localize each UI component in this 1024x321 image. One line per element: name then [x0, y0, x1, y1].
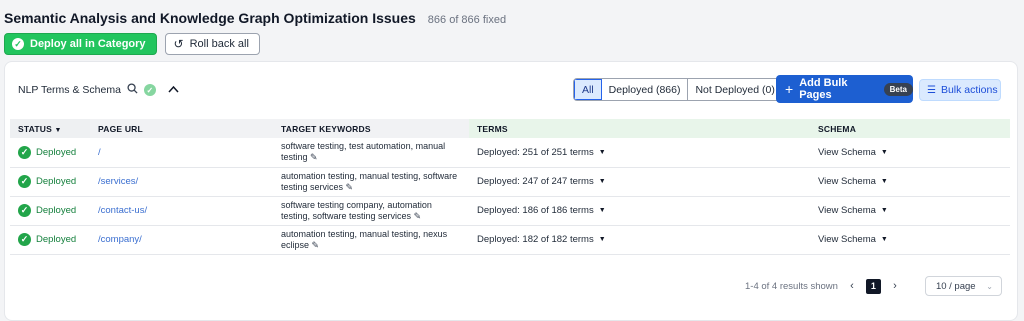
category-label: NLP Terms & Schema: [18, 84, 121, 96]
status-badge: ✓ Deployed: [18, 204, 90, 217]
deploy-all-button[interactable]: ✓ Deploy all in Category: [4, 33, 157, 55]
pages-table: STATUS ▼ PAGE URL TARGET KEYWORDS TERMS …: [10, 119, 1010, 255]
search-icon[interactable]: [127, 83, 138, 97]
bulk-actions-label: Bulk actions: [940, 84, 998, 96]
table-header-row: STATUS ▼ PAGE URL TARGET KEYWORDS TERMS …: [10, 119, 1010, 138]
table-row: ✓ Deployed /contact-us/ software testing …: [10, 196, 1010, 226]
plus-icon: +: [785, 81, 794, 97]
rollback-label: Roll back all: [189, 38, 249, 50]
pencil-icon[interactable]: ✎: [414, 211, 422, 221]
view-schema-dropdown[interactable]: View Schema ▼: [818, 234, 1010, 245]
filter-deployed[interactable]: Deployed (866): [601, 79, 689, 100]
check-circle-icon: ✓: [18, 204, 31, 217]
per-page-value: 10 / page: [935, 280, 976, 292]
filter-not-deployed[interactable]: Not Deployed (0): [688, 79, 782, 100]
bulk-actions-button[interactable]: ☰ Bulk actions: [919, 79, 1001, 101]
check-circle-icon: ✓: [18, 175, 31, 188]
page-url-link[interactable]: /contact-us/: [98, 205, 147, 216]
add-bulk-pages-button[interactable]: + Add Bulk Pages Beta: [776, 75, 913, 103]
status-badge: ✓ Deployed: [18, 233, 90, 246]
page-url-link[interactable]: /: [98, 147, 101, 158]
caret-down-icon: ▼: [598, 178, 606, 185]
target-keywords[interactable]: software testing company, automation tes…: [281, 200, 461, 222]
status-header[interactable]: STATUS ▼: [10, 119, 90, 138]
schema-header: SCHEMA: [818, 123, 857, 134]
beta-badge: Beta: [883, 82, 913, 96]
target-keywords[interactable]: automation testing, manual testing, nexu…: [281, 229, 461, 251]
pencil-icon[interactable]: ✎: [346, 182, 354, 192]
terms-dropdown[interactable]: Deployed: 251 of 251 terms ▼: [477, 147, 810, 158]
card-toolbar: NLP Terms & Schema ✓ All Deployed (866) …: [5, 74, 1017, 104]
caret-down-icon: ▼: [880, 148, 888, 156]
list-icon: ☰: [927, 84, 936, 96]
caret-down-icon: ▼: [598, 236, 606, 243]
category-header: NLP Terms & Schema ✓: [18, 83, 179, 97]
view-schema-dropdown[interactable]: View Schema ▼: [818, 147, 1010, 158]
page-number-current[interactable]: 1: [865, 278, 881, 294]
status-badge: ✓ Deployed: [18, 175, 90, 188]
issues-card: NLP Terms & Schema ✓ All Deployed (866) …: [4, 61, 1018, 321]
deployment-filter: All Deployed (866) Not Deployed (0): [573, 78, 783, 101]
terms-dropdown[interactable]: Deployed: 182 of 182 terms ▼: [477, 234, 810, 245]
caret-down-icon: ▼: [598, 207, 606, 214]
pencil-icon[interactable]: ✎: [310, 152, 318, 162]
view-schema-dropdown[interactable]: View Schema ▼: [818, 176, 1010, 187]
chevron-down-icon: ⌄: [986, 281, 993, 291]
caret-down-icon: ▼: [880, 207, 888, 214]
page-title: Semantic Analysis and Knowledge Graph Op…: [4, 10, 416, 26]
deploy-all-label: Deploy all in Category: [30, 38, 146, 50]
check-circle-icon: ✓: [18, 233, 31, 246]
status-badge: ✓ Deployed: [18, 145, 90, 159]
table-row: ✓ Deployed / software testing, test autom…: [10, 138, 1010, 168]
filter-all[interactable]: All: [574, 79, 602, 100]
fixed-count: 866 of 866 fixed: [427, 14, 507, 26]
check-circle-icon: ✓: [143, 84, 156, 96]
target-keywords[interactable]: software testing, test automation, manua…: [281, 141, 461, 163]
page-url-header: PAGE URL: [90, 119, 273, 138]
view-schema-dropdown[interactable]: View Schema ▼: [818, 205, 1010, 216]
caret-down-icon: ▼: [598, 148, 606, 156]
caret-down-icon: ▼: [880, 178, 888, 185]
chevron-right-icon[interactable]: ›: [887, 278, 903, 294]
chevron-left-icon[interactable]: ‹: [844, 278, 860, 294]
target-keywords[interactable]: automation testing, manual testing, soft…: [281, 171, 461, 193]
check-circle-icon: ✓: [12, 38, 24, 50]
terms-dropdown[interactable]: Deployed: 247 of 247 terms ▼: [477, 176, 810, 187]
chevron-up-icon[interactable]: [168, 84, 179, 96]
history-icon: ↺: [173, 37, 184, 51]
table-row: ✓ Deployed /services/ automation testing,…: [10, 167, 1010, 197]
pagination: 1-4 of 4 results shown ‹ 1 › 10 / page ⌄: [745, 276, 1002, 296]
results-summary: 1-4 of 4 results shown: [745, 280, 838, 292]
per-page-select[interactable]: 10 / page ⌄: [924, 276, 1002, 296]
page-url-link[interactable]: /company/: [98, 234, 142, 245]
page-header: Semantic Analysis and Knowledge Graph Op…: [4, 10, 1020, 55]
page-url-link[interactable]: /services/: [98, 176, 138, 187]
terms-header: TERMS: [477, 123, 508, 134]
table-row: ✓ Deployed /company/ automation testing, …: [10, 225, 1010, 255]
caret-down-icon: ▼: [880, 236, 888, 243]
add-bulk-label: Add Bulk Pages: [799, 77, 848, 101]
terms-dropdown[interactable]: Deployed: 186 of 186 terms ▼: [477, 205, 810, 216]
check-circle-icon: ✓: [18, 145, 31, 159]
target-keywords-header: TARGET KEYWORDS: [273, 119, 469, 138]
rollback-all-button[interactable]: ↺ Roll back all: [164, 33, 260, 55]
pencil-icon[interactable]: ✎: [312, 240, 320, 250]
